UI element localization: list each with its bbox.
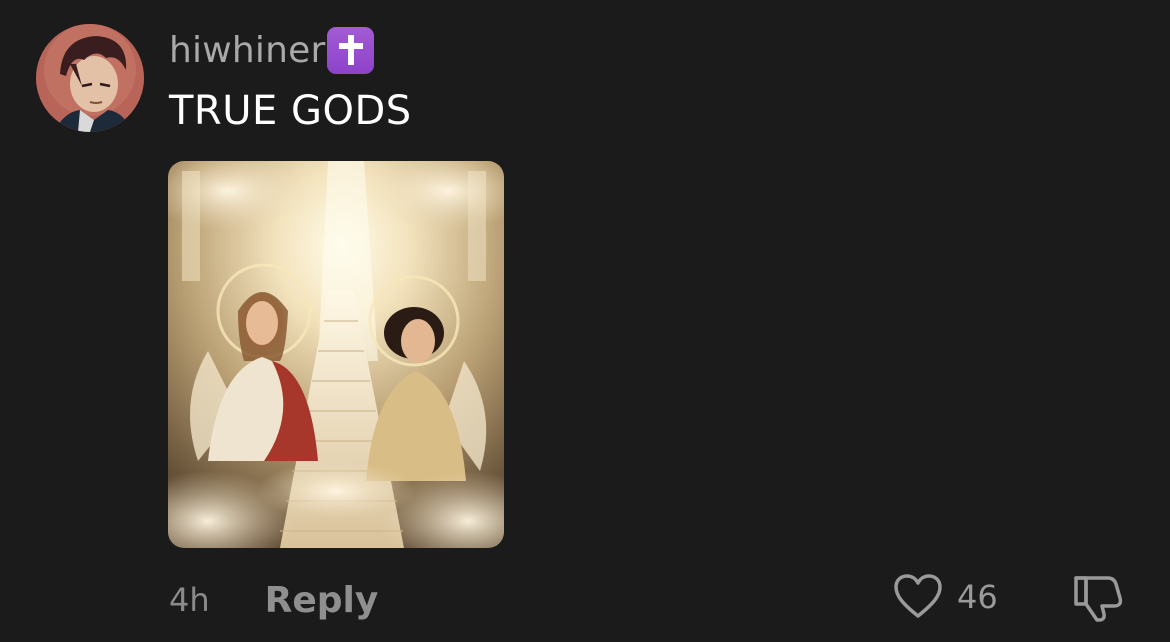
like-button[interactable]: 46 xyxy=(893,574,998,620)
image-attachment[interactable] xyxy=(168,161,504,548)
timestamp: 4h xyxy=(169,581,210,619)
comment-meta: 4h Reply xyxy=(169,578,378,622)
heart-outline-icon xyxy=(894,574,942,618)
avatar[interactable] xyxy=(36,24,144,132)
latin-cross-icon xyxy=(327,26,375,74)
avatar-image xyxy=(36,24,144,132)
comment-text: TRUE GODS xyxy=(169,88,412,134)
attachment-artwork xyxy=(168,161,504,548)
username[interactable]: hiwhiner xyxy=(169,30,325,71)
thumbs-down-outline-icon xyxy=(1074,576,1123,622)
like-count: 46 xyxy=(957,578,998,616)
dislike-button[interactable] xyxy=(1070,574,1124,626)
comment-header: hiwhiner xyxy=(169,26,375,74)
reply-button[interactable]: Reply xyxy=(265,580,379,621)
